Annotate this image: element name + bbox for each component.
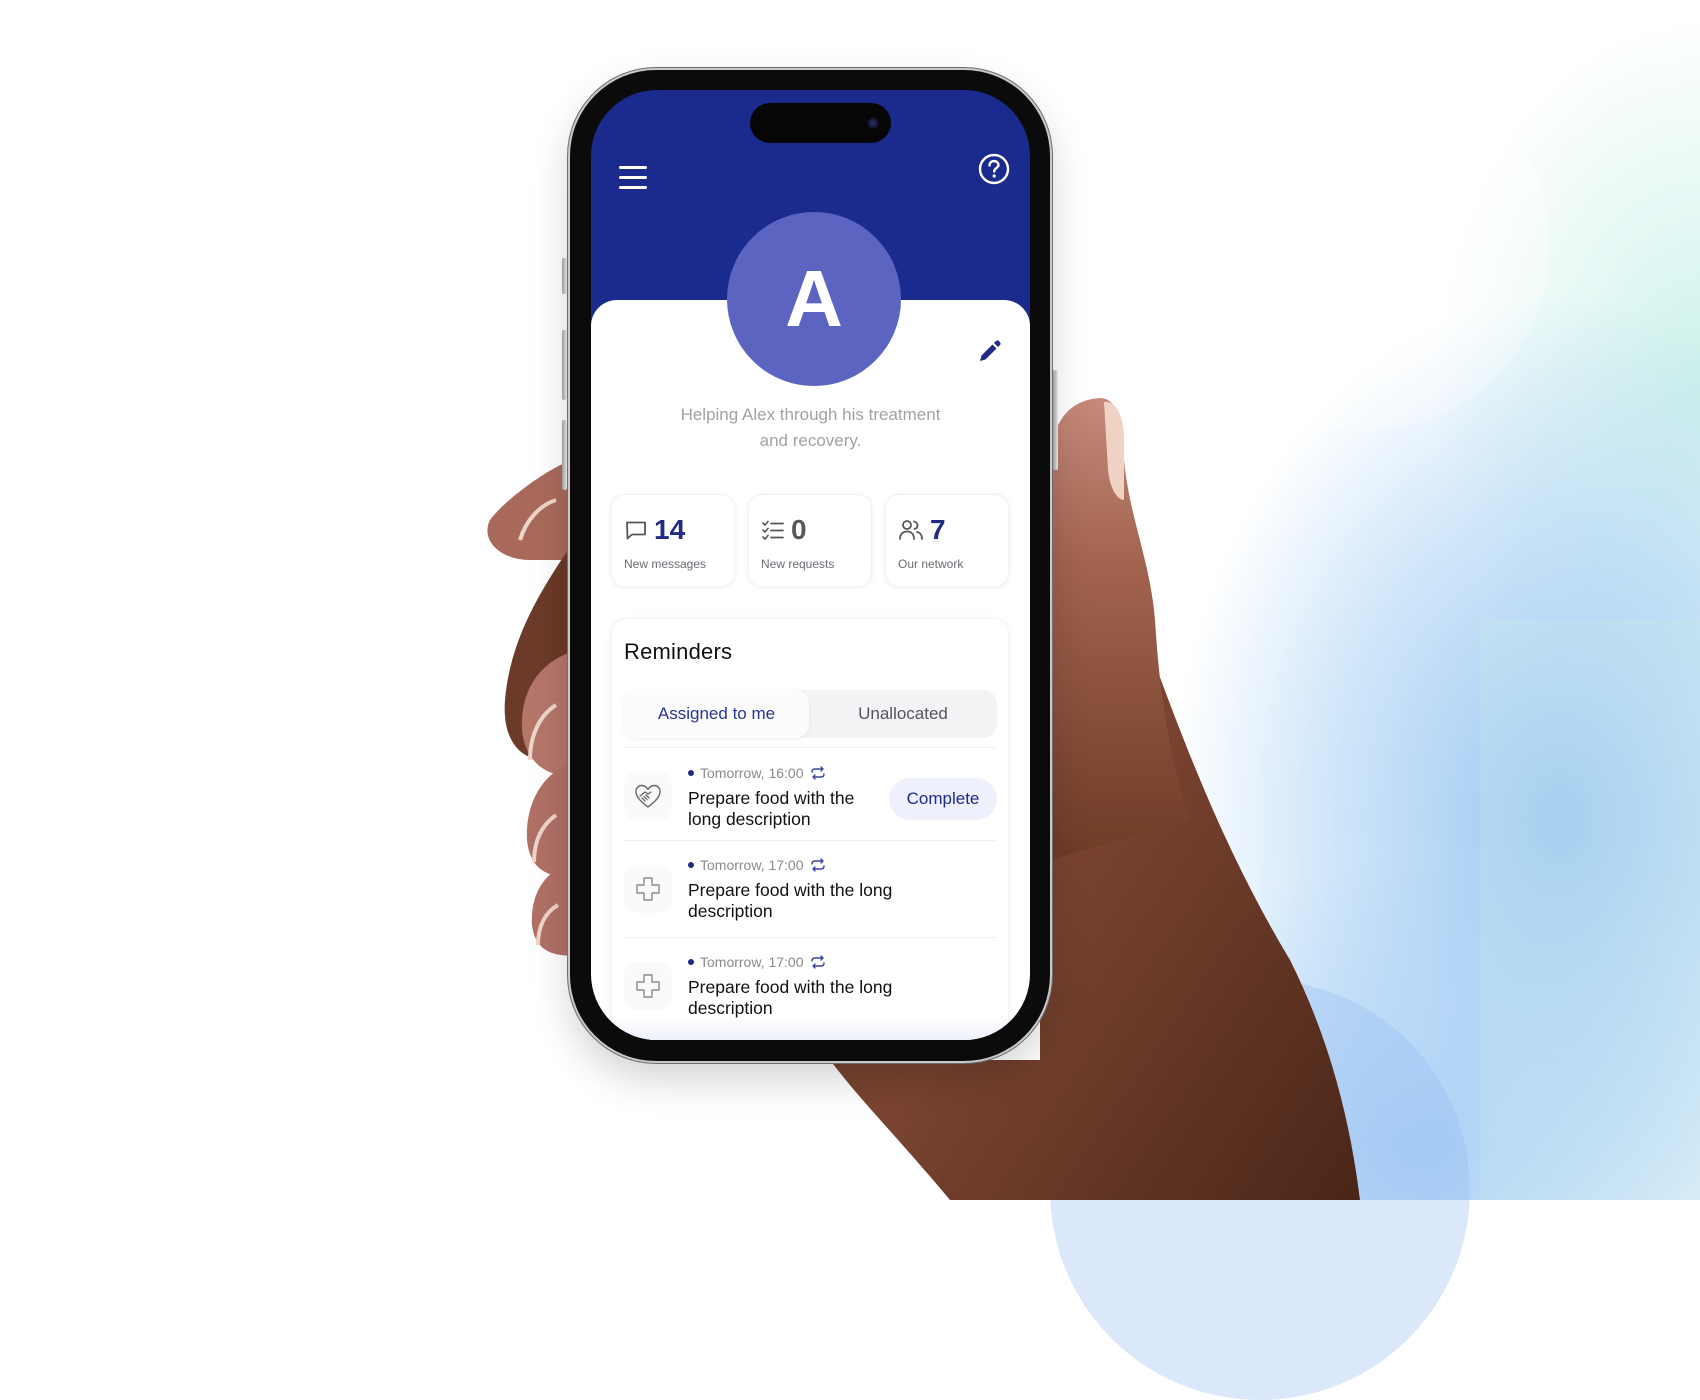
tab-unallocated[interactable]: Unallocated [809, 690, 997, 738]
stat-value: 0 [791, 514, 807, 545]
reminder-title: Prepare food with the long description [688, 788, 854, 830]
stat-label: New requests [761, 557, 835, 571]
reminder-meta: Tomorrow, 17:00 [688, 857, 826, 873]
avatar-initial: A [785, 254, 843, 343]
users-icon [899, 520, 923, 540]
profile-bio: Helping Alex through his treatment and r… [631, 402, 990, 454]
action-button [562, 258, 567, 294]
stat-card-network[interactable]: 7 Our network [885, 494, 1009, 587]
repeat-icon [810, 766, 825, 780]
edit-profile-button[interactable] [975, 338, 1003, 366]
avatar[interactable]: A [727, 212, 901, 386]
menu-button[interactable] [617, 162, 649, 192]
reminder-title-line: Prepare food with the [688, 788, 855, 808]
reminder-title-line: Prepare food with the long [688, 880, 893, 900]
phone-frame: A Helping Alex through his treatment and… [562, 70, 1058, 1061]
reminder-title: Prepare food with the long description [688, 880, 892, 922]
volume-up-button [562, 330, 567, 400]
pencil-icon [980, 340, 1001, 361]
bio-line: Helping Alex through his treatment [680, 405, 941, 424]
volume-down-button [562, 420, 567, 490]
reminder-title-line: description [688, 998, 773, 1018]
medical-cross-icon [636, 877, 660, 901]
repeat-icon [810, 858, 825, 872]
reminders-card: Reminders Assigned to me Unallocated Tom… [611, 618, 1009, 1040]
power-button [1053, 370, 1058, 470]
reminder-title-line: long description [688, 809, 811, 829]
status-dot [688, 959, 694, 965]
reminder-icon-box [624, 962, 672, 1010]
reminder-time: Tomorrow, 17:00 [700, 954, 804, 970]
camera-icon [867, 117, 879, 129]
reminder-time: Tomorrow, 16:00 [700, 765, 804, 781]
reminder-icon-box [624, 865, 672, 913]
stat-label: Our network [898, 557, 964, 571]
tab-assigned-to-me[interactable]: Assigned to me [624, 690, 809, 738]
reminder-title: Prepare food with the long description [688, 977, 892, 1019]
stat-card-requests[interactable]: 0 New requests [748, 494, 872, 587]
checklist-icon [762, 520, 784, 541]
background-disc [1190, 60, 1550, 430]
reminder-meta: Tomorrow, 16:00 [688, 765, 826, 781]
reminders-title: Reminders [624, 639, 733, 664]
help-button[interactable] [977, 152, 1011, 186]
reminder-item[interactable]: Tomorrow, 16:00 Prepare food with the lo… [624, 747, 997, 841]
reminder-meta: Tomorrow, 17:00 [688, 954, 826, 970]
stat-label: New messages [624, 557, 707, 571]
screen-bottom-fade [591, 1018, 1030, 1040]
stat-value: 14 [654, 514, 686, 545]
reminders-tabs: Assigned to me Unallocated [624, 690, 997, 738]
dynamic-island [750, 103, 891, 143]
background-panel [1480, 620, 1700, 1200]
reminder-time: Tomorrow, 17:00 [700, 857, 804, 873]
app-screen: A Helping Alex through his treatment and… [591, 90, 1030, 1040]
reminder-title-line: description [688, 901, 773, 921]
bio-line: and recovery. [759, 431, 862, 450]
reminder-icon-box [624, 772, 672, 820]
medical-cross-icon [636, 974, 660, 998]
status-dot [688, 862, 694, 868]
stat-value: 7 [930, 514, 946, 545]
chat-bubble-icon [626, 521, 646, 540]
help-circle-icon [978, 153, 1010, 185]
reminder-title-line: Prepare food with the long [688, 977, 893, 997]
stat-card-messages[interactable]: 14 New messages [611, 494, 735, 587]
background-arc [1050, 980, 1470, 1400]
status-dot [688, 770, 694, 776]
complete-button[interactable]: Complete [889, 778, 997, 820]
handshake-heart-icon [635, 784, 661, 808]
reminder-item[interactable]: Tomorrow, 17:00 Prepare food with the lo… [624, 840, 997, 938]
repeat-icon [810, 955, 825, 969]
